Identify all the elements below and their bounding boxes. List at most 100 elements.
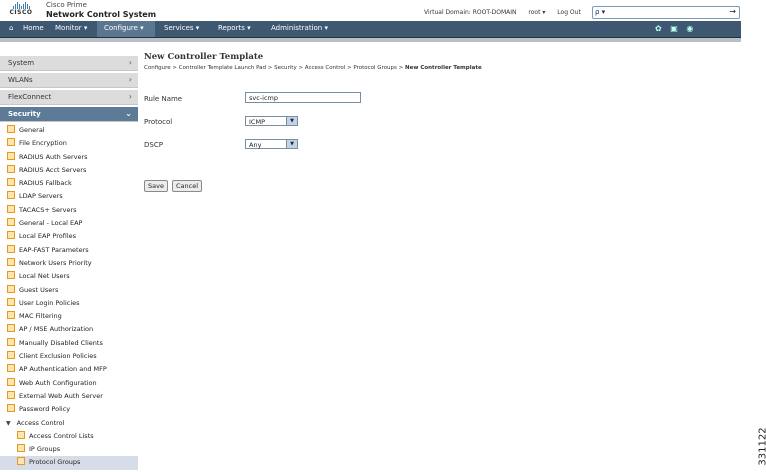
sidebar-item-access-control-lists[interactable]: Access Control Lists [0, 430, 138, 443]
sidebar-item[interactable]: Local EAP Profiles [0, 230, 138, 243]
sidebar-item-label: General - Local EAP [19, 219, 83, 228]
sidebar-item-label: TACACS+ Servers [19, 205, 77, 214]
collapse-triangle-icon: ▼ [6, 419, 11, 427]
sidebar-category-label: WLANs [8, 76, 33, 84]
sidebar-item-label: IP Groups [29, 445, 61, 454]
save-button[interactable]: Save [144, 180, 168, 192]
dscp-label: DSCP [144, 141, 163, 149]
nav-services[interactable]: Services ▾ [164, 24, 199, 32]
nav-monitor[interactable]: Monitor ▾ [55, 24, 87, 32]
sidebar-item-ip-groups[interactable]: IP Groups [0, 443, 138, 456]
page-icon [7, 337, 15, 346]
main-content: New Controller Template Configure > Cont… [144, 52, 724, 192]
sidebar-item-label: Manually Disabled Clients [19, 338, 103, 347]
sidebar-item-label: RADIUS Acct Servers [19, 165, 87, 174]
page-icon [7, 311, 15, 320]
page-icon [7, 244, 15, 253]
sidebar-item-label: Protocol Groups [29, 458, 81, 467]
search-input[interactable]: ρ ▾ → [592, 6, 740, 19]
sidebar-item[interactable]: RADIUS Acct Servers [0, 164, 138, 177]
sidebar-item[interactable]: User Login Policies [0, 297, 138, 310]
dscp-select[interactable]: Any ▼ [245, 139, 298, 149]
sidebar-item[interactable]: LDAP Servers [0, 190, 138, 203]
chevron-right-icon: › [128, 92, 132, 101]
page-icon [7, 178, 15, 187]
user-menu[interactable]: root ▾ [528, 9, 545, 16]
breadcrumb-current: New Controller Template [405, 65, 482, 71]
sidebar-item-label: Guest Users [19, 285, 59, 294]
nav-reports[interactable]: Reports ▾ [218, 24, 251, 32]
sidebar-item-protocol-groups[interactable]: Protocol Groups [0, 456, 138, 470]
protocol-label: Protocol [144, 118, 173, 126]
home-icon[interactable]: ⌂ [9, 24, 13, 32]
page-icon [7, 390, 15, 399]
page-icon [7, 297, 15, 306]
protocol-select[interactable]: ICMP ▼ [245, 116, 298, 126]
product-title: Cisco Prime Network Control System [46, 1, 156, 19]
sidebar-item-label: AP Authentication and MFP [19, 365, 107, 374]
search-go-icon[interactable]: → [729, 7, 736, 16]
chevron-down-icon: ▼ [286, 117, 297, 125]
sidebar-item-label: LDAP Servers [19, 192, 63, 201]
sidebar-category-label: Security [8, 110, 41, 118]
rule-name-input[interactable]: svc-icmp [245, 92, 361, 103]
sidebar-item-label: Local Net Users [19, 272, 70, 281]
sidebar-category-wlans[interactable]: WLANs › [0, 73, 138, 88]
page-icon [7, 351, 15, 360]
sidebar-item-label: RADIUS Auth Servers [19, 152, 88, 161]
search-scope-icon[interactable]: ρ ▾ [595, 8, 605, 16]
sidebar-category-label: FlexConnect [8, 93, 52, 101]
nav-home[interactable]: Home [23, 24, 44, 32]
sidebar-item[interactable]: External Web Auth Server [0, 390, 138, 403]
sidebar-item-label: Access Control Lists [29, 431, 94, 440]
logout-link[interactable]: Log Out [557, 9, 581, 16]
sidebar-item[interactable]: General - Local EAP [0, 217, 138, 230]
sidebar-item[interactable]: Guest Users [0, 284, 138, 297]
sidebar-item-label: External Web Auth Server [19, 391, 103, 400]
page-icon [7, 218, 15, 227]
sidebar-item[interactable]: MAC Filtering [0, 310, 138, 323]
dscp-select-value: Any [249, 141, 262, 149]
sidebar-item[interactable]: TACACS+ Servers [0, 204, 138, 217]
sidebar-group-access-control[interactable]: ▼ Access Control [0, 417, 138, 430]
chevron-down-icon: ⌄ [125, 109, 132, 118]
chevron-down-icon: ▼ [286, 140, 297, 148]
sidebar-category-security[interactable]: Security ⌄ [0, 107, 138, 122]
page-icon [7, 164, 15, 173]
toolbar-icons[interactable]: ✿ ▣ ◉ [655, 24, 696, 33]
nav-configure[interactable]: Configure ▾ [104, 24, 144, 32]
breadcrumb: Configure > Controller Template Launch P… [144, 65, 724, 71]
sidebar-item[interactable]: Manually Disabled Clients [0, 337, 138, 350]
sidebar-item[interactable]: AP Authentication and MFP [0, 363, 138, 376]
sidebar-item[interactable]: Network Users Priority [0, 257, 138, 270]
chevron-right-icon: › [128, 75, 132, 84]
nav-administration[interactable]: Administration ▾ [271, 24, 328, 32]
main-nav: ⌂ Home Monitor ▾ Configure ▾ Services ▾ … [0, 21, 741, 38]
page-icon [7, 204, 15, 213]
nav-shadow [0, 38, 741, 42]
sidebar-item-label: MAC Filtering [19, 312, 62, 321]
chevron-right-icon: › [128, 58, 132, 67]
sidebar-item[interactable]: RADIUS Fallback [0, 177, 138, 190]
page-icon [7, 151, 15, 160]
sidebar-item[interactable]: Web Auth Configuration [0, 377, 138, 390]
sidebar-item-label: User Login Policies [19, 298, 80, 307]
sidebar-category-flexconnect[interactable]: FlexConnect › [0, 90, 138, 105]
sidebar-item-label: Web Auth Configuration [19, 378, 97, 387]
sidebar-item[interactable]: EAP-FAST Parameters [0, 244, 138, 257]
page-icon [7, 125, 15, 133]
sidebar-item[interactable]: Local Net Users [0, 270, 138, 283]
virtual-domain-label: Virtual Domain: ROOT-DOMAIN [424, 9, 517, 16]
sidebar-item-label: Network Users Priority [19, 258, 92, 267]
breadcrumb-path[interactable]: Configure > Controller Template Launch P… [144, 65, 405, 71]
sidebar-item-label: EAP-FAST Parameters [19, 245, 89, 254]
sidebar-item[interactable]: Password Policy [0, 403, 138, 416]
sidebar-item[interactable]: AP / MSE Authorization [0, 323, 138, 336]
rule-name-label: Rule Name [144, 95, 183, 103]
sidebar-category-system[interactable]: System › [0, 56, 138, 71]
sidebar-item[interactable]: File Encryption [0, 137, 138, 150]
sidebar-item[interactable]: Client Exclusion Policies [0, 350, 138, 363]
sidebar-item[interactable]: RADIUS Auth Servers [0, 151, 138, 164]
sidebar-item[interactable]: General [0, 124, 138, 137]
cancel-button[interactable]: Cancel [172, 180, 203, 192]
